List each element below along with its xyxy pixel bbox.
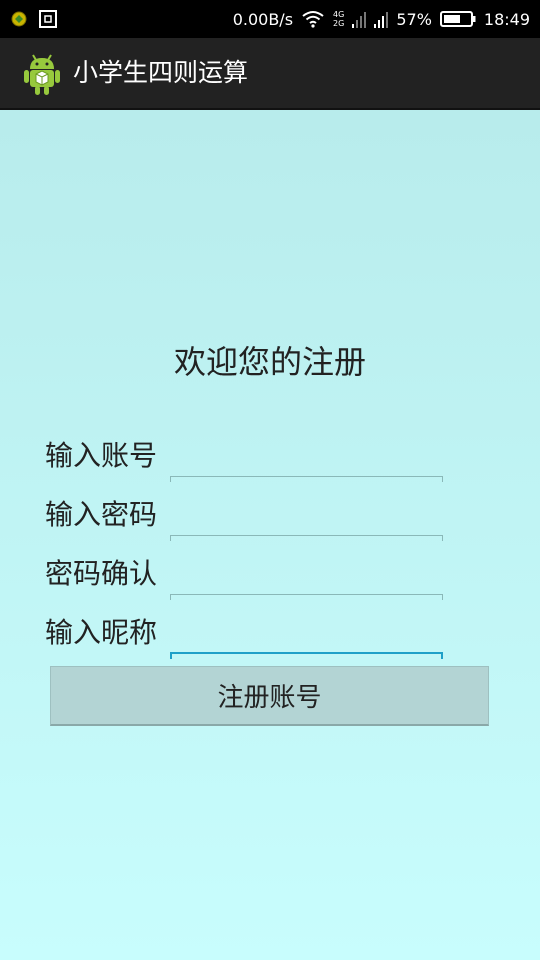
register-screen: 欢迎您的注册 输入账号 输入密码 密码确认 输入昵称 注册账号 bbox=[0, 110, 540, 960]
confirm-password-input-tick-right bbox=[442, 594, 443, 600]
wifi-icon bbox=[302, 11, 324, 28]
password-input-tick-right bbox=[442, 535, 443, 541]
register-account-button[interactable]: 注册账号 bbox=[50, 666, 489, 726]
action-bar: 小学生四则运算 bbox=[0, 38, 540, 110]
app-title: 小学生四则运算 bbox=[73, 58, 249, 87]
account-input[interactable] bbox=[170, 432, 443, 477]
clock: 18:49 bbox=[483, 9, 530, 29]
confirm-password-row: 密码确认 bbox=[45, 550, 445, 600]
network-type-top: 4G bbox=[333, 10, 345, 19]
status-right-area: 0.00B/s 4G 2G 57% 18:49 bbox=[233, 0, 530, 38]
battery-icon bbox=[439, 11, 476, 27]
account-input-tick-right bbox=[442, 476, 443, 482]
nickname-row: 输入昵称 bbox=[45, 609, 445, 659]
battery-percent: 57% bbox=[396, 9, 432, 29]
password-row: 输入密码 bbox=[45, 491, 445, 541]
nickname-label: 输入昵称 bbox=[45, 616, 158, 649]
confirm-password-input[interactable] bbox=[170, 550, 443, 595]
network-speed: 0.00B/s bbox=[232, 9, 294, 29]
confirm-password-input-tick-left bbox=[170, 594, 171, 600]
account-row: 输入账号 bbox=[45, 432, 445, 482]
app-notification-icon bbox=[11, 11, 27, 27]
password-input[interactable] bbox=[170, 491, 443, 536]
nickname-input[interactable] bbox=[170, 609, 443, 654]
nickname-input-tick-right bbox=[441, 653, 443, 659]
welcome-heading: 欢迎您的注册 bbox=[173, 343, 366, 381]
status-left-icons bbox=[10, 9, 58, 29]
signal-strength-icon-sim1 bbox=[352, 12, 367, 28]
confirm-password-label: 密码确认 bbox=[45, 557, 158, 590]
screenshot-icon bbox=[39, 10, 57, 28]
network-type-bottom: 2G bbox=[333, 19, 345, 28]
network-type-indicator: 4G 2G bbox=[333, 10, 344, 28]
status-bar: 0.00B/s 4G 2G 57% 18:49 bbox=[0, 0, 540, 38]
account-label: 输入账号 bbox=[45, 439, 158, 472]
account-input-tick-left bbox=[170, 476, 171, 482]
signal-strength-icon-sim2 bbox=[374, 12, 389, 28]
nickname-input-tick-left bbox=[170, 653, 172, 659]
password-input-tick-left bbox=[170, 535, 171, 541]
android-app-icon[interactable] bbox=[22, 52, 62, 96]
password-label: 输入密码 bbox=[45, 498, 158, 531]
